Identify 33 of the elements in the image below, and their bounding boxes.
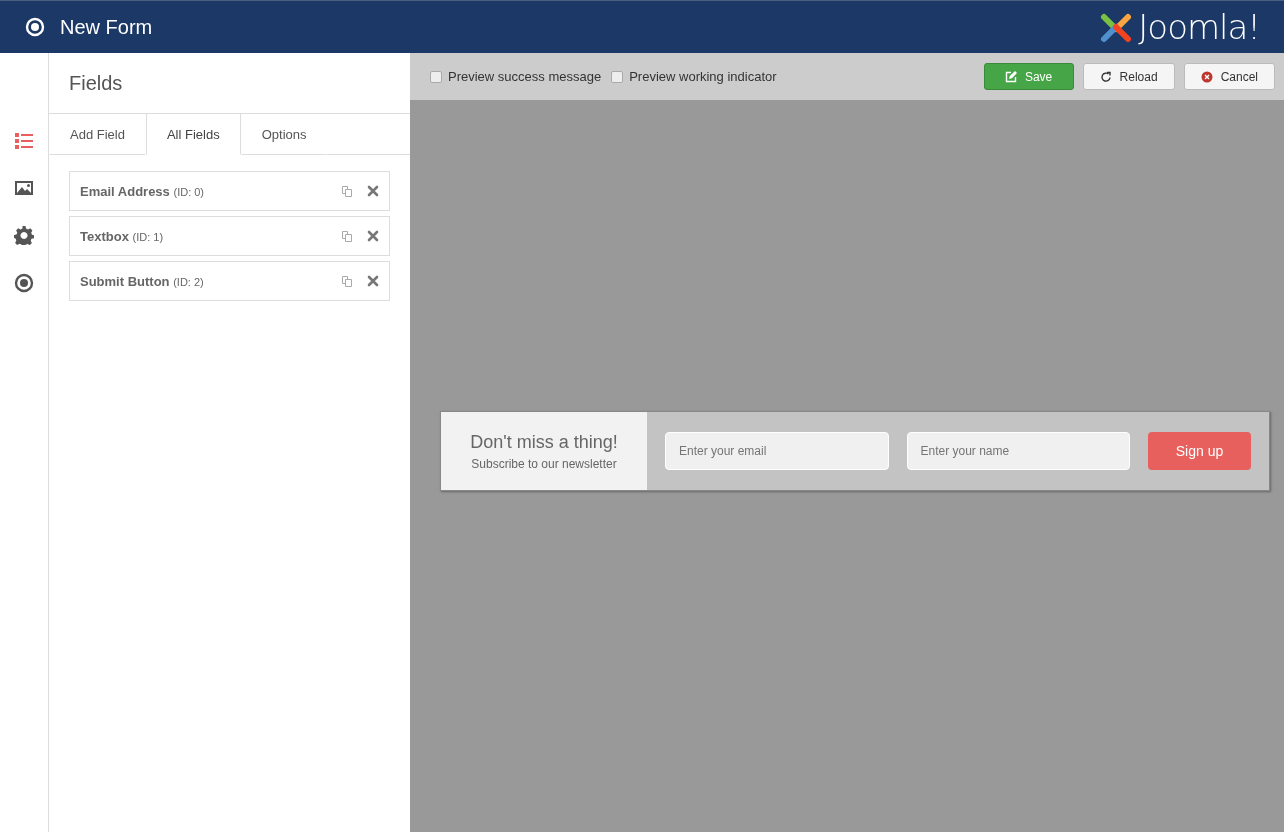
reload-button[interactable]: Reload: [1082, 63, 1175, 90]
name-field[interactable]: Enter your name: [906, 432, 1130, 470]
field-name: Email Address (ID: 0): [80, 183, 206, 199]
cancel-icon: [1200, 70, 1213, 83]
field-name: Submit Button (ID: 2): [80, 273, 205, 289]
copy-icon[interactable]: [341, 230, 353, 242]
edit-icon: [1004, 70, 1017, 83]
copy-icon[interactable]: [341, 275, 353, 287]
logo-text: Joomla!: [1138, 9, 1260, 45]
checkbox[interactable]: [430, 70, 442, 83]
field-row[interactable]: Email Address (ID: 0): [69, 171, 390, 211]
page-title: New Form: [60, 15, 153, 39]
cancel-button[interactable]: Cancel: [1183, 63, 1275, 90]
tab[interactable]: All Fields: [145, 114, 241, 155]
form-heading: Don't miss a thing!: [470, 431, 618, 453]
target-icon[interactable]: [14, 273, 34, 293]
field-row[interactable]: Textbox (ID: 1): [69, 216, 390, 256]
image-icon[interactable]: [14, 179, 34, 197]
reload-icon: [1099, 70, 1112, 83]
copy-icon[interactable]: [341, 185, 353, 197]
form-subheading: Subscribe to our newsletter: [471, 456, 617, 471]
settings-icon[interactable]: [14, 225, 34, 245]
target-icon: [25, 17, 45, 37]
email-field[interactable]: Enter your email: [665, 432, 889, 470]
list-icon[interactable]: [14, 131, 34, 151]
field-row[interactable]: Submit Button (ID: 2): [69, 261, 390, 301]
close-icon[interactable]: [367, 230, 379, 242]
checkbox-label: Preview success message: [448, 69, 602, 84]
checkbox-label: Preview working indicator: [629, 69, 777, 84]
checkbox[interactable]: [611, 70, 624, 83]
close-icon[interactable]: [367, 275, 379, 287]
field-name: Textbox (ID: 1): [80, 228, 165, 244]
close-icon[interactable]: [367, 185, 379, 197]
